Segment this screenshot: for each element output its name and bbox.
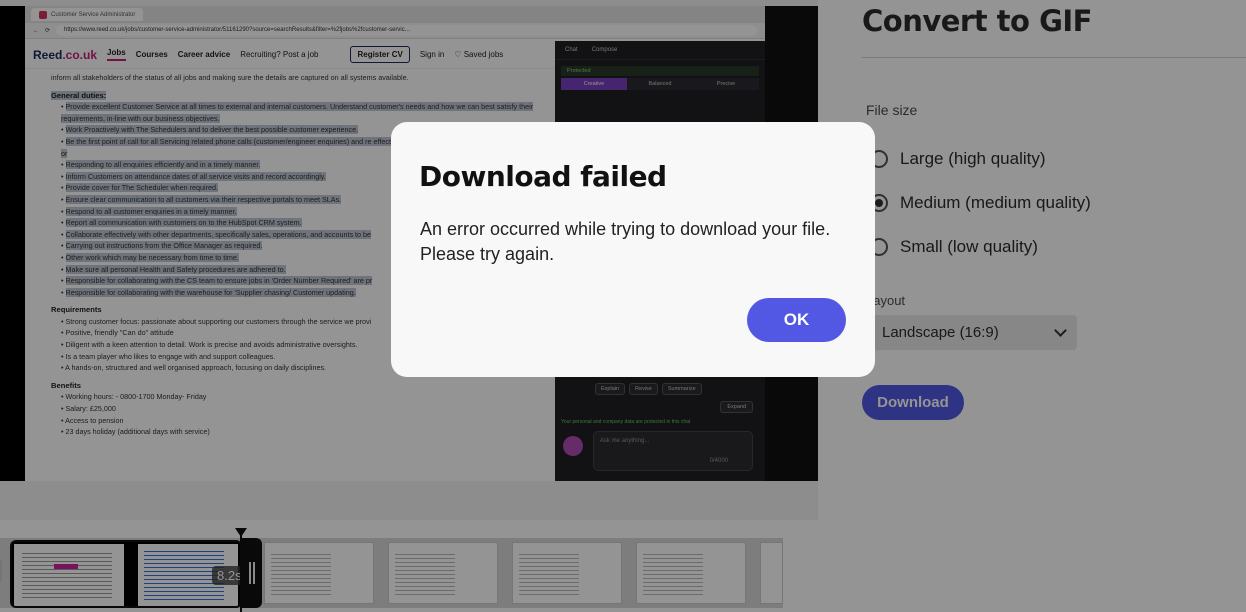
- dialog-message: An error occurred while trying to downlo…: [420, 217, 860, 267]
- error-dialog: Download failed An error occurred while …: [391, 122, 875, 377]
- dialog-title: Download failed: [419, 160, 667, 193]
- dialog-message-line2: Please try again.: [420, 244, 555, 264]
- ok-button[interactable]: OK: [747, 298, 846, 342]
- dialog-message-line1: An error occurred while trying to downlo…: [420, 219, 831, 239]
